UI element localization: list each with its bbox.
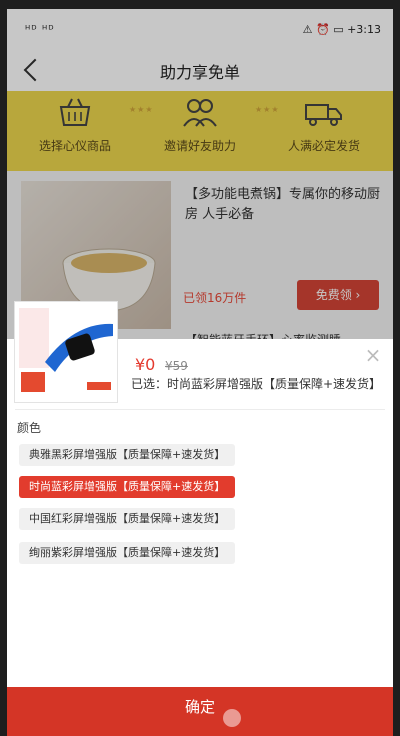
phone-screen: ᴴᴰ ᴴᴰ ⚠ ⏰ ▭ +3:13 助力享免单 选择心仪商品 ★★★ 邀请好友助… [7, 9, 393, 736]
color-section-label: 颜色 [17, 421, 42, 435]
divider [15, 409, 385, 410]
touch-indicator [223, 709, 241, 727]
sku-sheet: ¥0 ¥59 × 已选：时尚蓝彩屏增强版【质量保障+速发货】 颜色 典雅黑彩屏增… [7, 301, 393, 736]
selected-variant: 已选：时尚蓝彩屏增强版【质量保障+速发货】 [131, 377, 382, 391]
close-icon[interactable]: × [363, 345, 383, 365]
confirm-button[interactable]: 确定 [7, 687, 393, 736]
sku-price: ¥0 [135, 355, 156, 374]
color-option[interactable]: 中国红彩屏增强版【质量保障+速发货】 [19, 508, 236, 530]
color-option[interactable]: 典雅黑彩屏增强版【质量保障+速发货】 [19, 444, 236, 466]
color-option-selected[interactable]: 时尚蓝彩屏增强版【质量保障+速发货】 [19, 476, 236, 498]
band-image [19, 308, 113, 392]
original-price: ¥59 [165, 359, 188, 373]
color-option[interactable]: 绚丽紫彩屏增强版【质量保障+速发货】 [19, 542, 236, 564]
sku-thumbnail [14, 301, 118, 403]
